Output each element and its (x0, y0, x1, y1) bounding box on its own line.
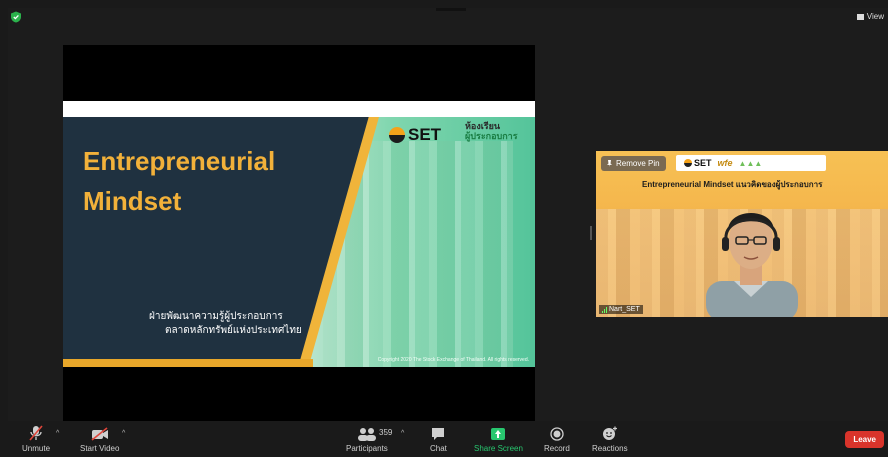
share-screen-icon (491, 428, 506, 440)
participants-icon (357, 428, 376, 441)
remove-pin-button[interactable]: Remove Pin (601, 156, 666, 171)
slide-copyright: Copyright 2020 The Stock Exchange of Tha… (377, 357, 529, 363)
top-handle[interactable] (436, 8, 466, 11)
view-grid-icon (856, 13, 864, 20)
slide-organization: ตลาดหลักทรัพย์แห่งประเทศไทย (165, 325, 302, 336)
video-off-icon (91, 427, 108, 441)
reactions-button[interactable]: Reactions (592, 425, 628, 453)
wfe-logo: wfe (717, 158, 733, 168)
video-options-caret[interactable]: ^ (122, 430, 125, 437)
set-logo-icon (684, 159, 692, 167)
view-label: View (866, 12, 884, 21)
shield-icon[interactable] (10, 11, 22, 23)
leave-button[interactable]: Leave (845, 431, 884, 448)
slide-department: ฝ่ายพัฒนาความรู้ผู้ประกอบการ (149, 311, 283, 322)
video-header-banner: SET wfe ▲▲▲ (676, 155, 826, 171)
participant-name-tag: Nart_SET (599, 305, 643, 314)
video-subtitle: Entrepreneurial Mindset แนวคิดของผู้ประก… (642, 180, 823, 189)
presentation-slide: Entrepreneurial Mindset ฝ่ายพัฒนาความรู้… (63, 101, 535, 367)
record-icon (550, 427, 564, 441)
chat-bubble-icon (432, 428, 445, 440)
meeting-toolbar: Unmute ^ Start Video ^ Participants 359 … (8, 421, 888, 457)
audio-options-caret[interactable]: ^ (56, 430, 59, 437)
set-logo-icon (389, 127, 405, 143)
start-video-button[interactable]: Start Video (80, 425, 119, 453)
set-logo: SET (389, 125, 441, 145)
speaker-video[interactable]: SET wfe ▲▲▲ Entrepreneurial Mindset แนวค… (596, 151, 888, 317)
reactions-smiley-icon (602, 426, 617, 440)
speaker-figure (706, 213, 798, 317)
participants-count: 359 (379, 428, 393, 437)
panel-resize-handle[interactable] (590, 226, 592, 240)
participants-options-caret[interactable]: ^ (401, 430, 404, 437)
signal-icon (602, 306, 607, 313)
record-button[interactable]: Record (544, 425, 570, 453)
unmute-button[interactable]: Unmute (22, 425, 50, 453)
kids-logo-icon: ▲▲▲ (738, 158, 763, 168)
muted-microphone-icon (29, 425, 43, 441)
view-button[interactable]: View (856, 12, 884, 21)
slide-title: Entrepreneurial Mindset (83, 146, 276, 216)
classroom-logo: ห้องเรียน ผู้ประกอบการ (465, 121, 518, 141)
chat-button[interactable]: Chat (430, 425, 447, 453)
share-screen-button[interactable]: Share Screen (474, 425, 523, 453)
shared-screen: Entrepreneurial Mindset ฝ่ายพัฒนาความรู้… (63, 45, 535, 421)
pin-icon (607, 160, 612, 167)
